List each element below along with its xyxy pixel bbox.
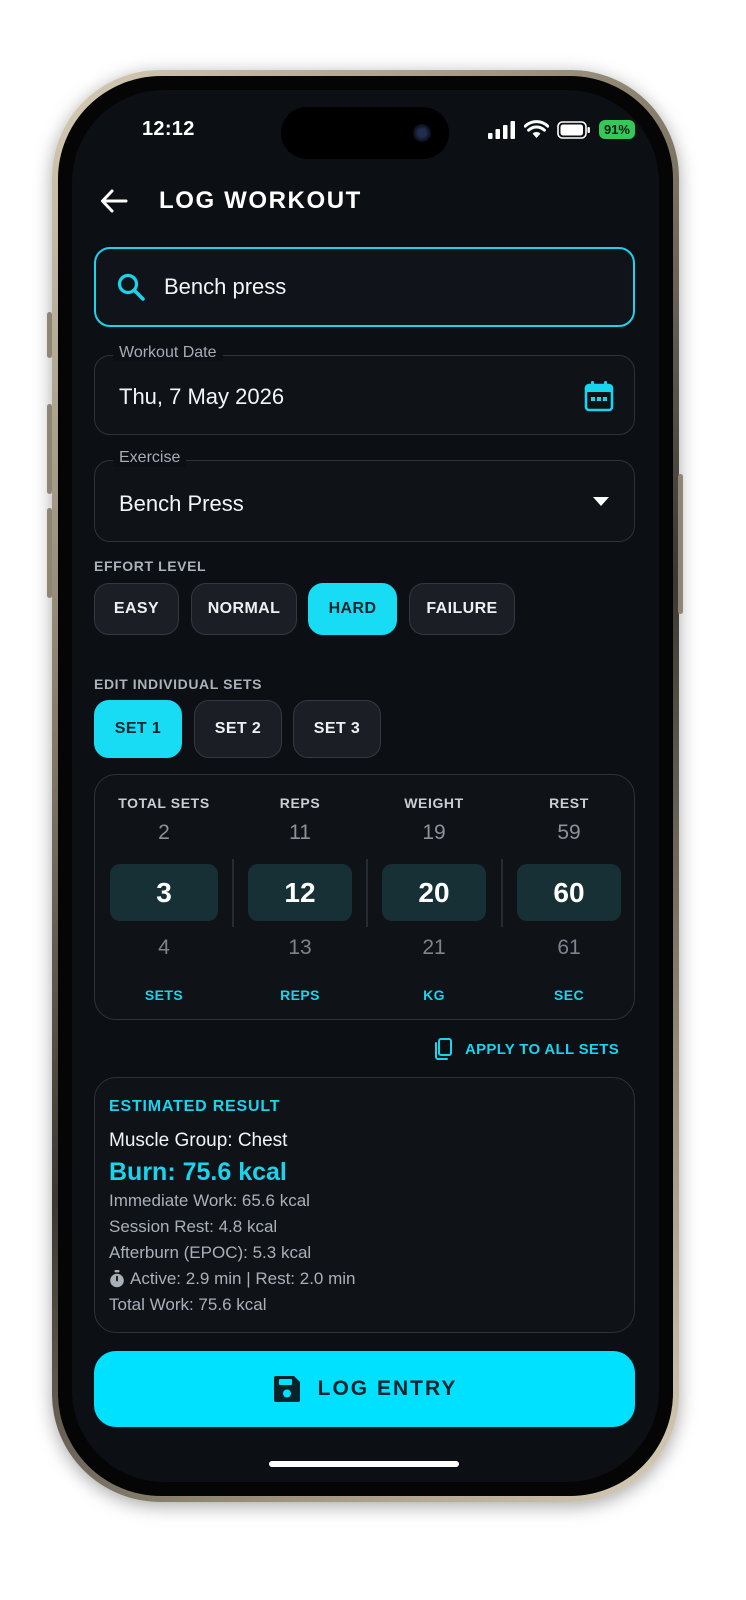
picker-column-rest[interactable]: REST 59 60 61 SEC	[517, 775, 621, 1021]
immediate-work: Immediate Work: 65.6 kcal	[109, 1191, 310, 1210]
effort-option-hard[interactable]: HARD	[308, 583, 397, 635]
stopwatch-icon	[110, 1270, 124, 1288]
unit-label: SEC	[554, 987, 584, 1003]
cellular-signal-icon	[487, 120, 515, 139]
app-screen: 12:12 91% LOG WORKOUT Bench press Workou…	[72, 90, 659, 1482]
exercise-value: Bench Press	[119, 491, 244, 516]
copy-icon	[434, 1038, 452, 1060]
selected-value[interactable]: 20	[382, 864, 486, 921]
column-divider	[232, 859, 234, 927]
next-value[interactable]: 21	[382, 936, 486, 960]
exercise-select[interactable]: Exercise Bench Press	[94, 449, 635, 542]
status-icons: 91%	[487, 120, 635, 139]
active-rest-time: Active: 2.9 min | Rest: 2.0 min	[109, 1269, 356, 1289]
battery-percentage: 91%	[598, 120, 635, 139]
previous-value[interactable]: 59	[517, 821, 621, 845]
log-entry-button[interactable]: LOG ENTRY	[94, 1351, 635, 1427]
previous-value[interactable]: 2	[110, 821, 218, 845]
apply-to-all-sets-button[interactable]: APPLY TO ALL SETS	[433, 1038, 619, 1060]
selected-value[interactable]: 3	[110, 864, 218, 921]
muscle-group: Muscle Group: Chest	[109, 1130, 288, 1151]
unit-label: REPS	[280, 987, 320, 1003]
selected-value[interactable]: 60	[517, 864, 621, 921]
phone-side-button	[47, 508, 52, 598]
dropdown-triangle-icon	[593, 497, 609, 506]
dynamic-island	[281, 107, 449, 159]
arrow-left-icon	[101, 189, 128, 213]
result-title: ESTIMATED RESULT	[109, 1098, 281, 1115]
picker-column-total-sets[interactable]: TOTAL SETS 2 3 4 SETS	[110, 775, 218, 1021]
active-rest-text: Active: 2.9 min | Rest: 2.0 min	[130, 1269, 356, 1288]
effort-option-failure[interactable]: FAILURE	[409, 583, 515, 635]
home-indicator[interactable]	[269, 1461, 459, 1467]
effort-option-normal[interactable]: NORMAL	[191, 583, 297, 635]
wifi-icon	[523, 120, 549, 138]
set-value-picker: TOTAL SETS 2 3 4 SETS REPS 11 12 13 REPS…	[94, 774, 635, 1020]
afterburn: Afterburn (EPOC): 5.3 kcal	[109, 1243, 312, 1262]
page-title: LOG WORKOUT	[159, 187, 362, 214]
edit-sets-label: EDIT INDIVIDUAL SETS	[94, 676, 263, 692]
tab-set-2[interactable]: SET 2	[194, 700, 282, 758]
battery-icon	[557, 120, 590, 139]
search-icon	[117, 273, 145, 301]
back-button[interactable]	[100, 188, 128, 214]
phone-side-button	[47, 404, 52, 494]
phone-side-button	[47, 312, 52, 358]
burn-total: Burn: 75.6 kcal	[109, 1158, 287, 1186]
picker-column-weight[interactable]: WEIGHT 19 20 21 KG	[382, 775, 486, 1021]
next-value[interactable]: 13	[248, 936, 352, 960]
tab-set-3[interactable]: SET 3	[293, 700, 381, 758]
estimated-result-card: ESTIMATED RESULT Muscle Group: Chest Bur…	[94, 1077, 635, 1333]
exercise-label: Exercise	[113, 449, 187, 467]
column-header: TOTAL SETS	[118, 795, 210, 811]
workout-date-value: Thu, 7 May 2026	[119, 384, 285, 409]
unit-label: KG	[423, 987, 445, 1003]
column-header: WEIGHT	[404, 795, 464, 811]
session-rest: Session Rest: 4.8 kcal	[109, 1217, 278, 1236]
next-value[interactable]: 4	[110, 936, 218, 960]
search-value: Bench press	[164, 274, 287, 299]
search-input[interactable]: Bench press	[94, 247, 635, 327]
total-work: Total Work: 75.6 kcal	[109, 1295, 267, 1314]
tab-set-1[interactable]: SET 1	[94, 700, 182, 758]
effort-option-easy[interactable]: EASY	[94, 583, 179, 635]
phone-power-button	[678, 474, 683, 614]
column-divider	[501, 859, 503, 927]
column-header: REST	[549, 795, 589, 811]
picker-column-reps[interactable]: REPS 11 12 13 REPS	[248, 775, 352, 1021]
previous-value[interactable]: 19	[382, 821, 486, 845]
apply-to-all-sets-label: APPLY TO ALL SETS	[464, 1040, 619, 1058]
column-divider	[366, 859, 368, 927]
unit-label: SETS	[144, 987, 184, 1003]
camera-icon	[413, 124, 431, 142]
log-entry-label: LOG ENTRY	[317, 1377, 458, 1400]
column-header: REPS	[279, 795, 321, 811]
workout-date-field[interactable]: Workout Date Thu, 7 May 2026	[94, 344, 635, 435]
effort-level-label: EFFORT LEVEL	[94, 558, 207, 574]
status-time: 12:12	[142, 118, 195, 140]
selected-value[interactable]: 12	[248, 864, 352, 921]
calendar-icon[interactable]	[584, 380, 614, 412]
next-value[interactable]: 61	[517, 936, 621, 960]
save-icon	[273, 1376, 300, 1402]
previous-value[interactable]: 11	[248, 821, 352, 845]
workout-date-label: Workout Date	[113, 344, 223, 362]
